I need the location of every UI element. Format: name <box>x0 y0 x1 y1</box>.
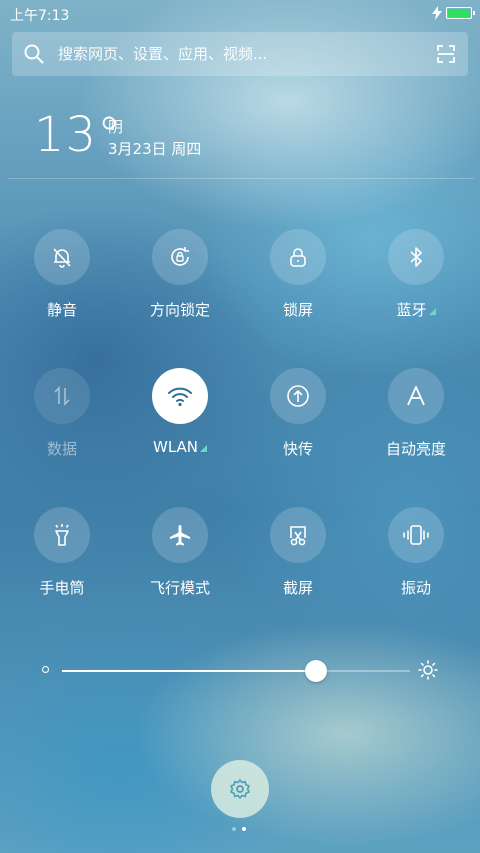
toggle-circle[interactable] <box>34 507 90 563</box>
toggle-mute[interactable]: 静音 <box>2 229 122 320</box>
toggle-circle[interactable] <box>270 507 326 563</box>
toggle-quick-share[interactable]: 快传 <box>238 368 358 459</box>
toggle-mobile-data[interactable]: 数据 <box>2 368 122 459</box>
toggle-circle[interactable] <box>152 229 208 285</box>
toggle-circle[interactable] <box>388 229 444 285</box>
toggle-circle[interactable] <box>152 368 208 424</box>
toggle-circle[interactable] <box>152 507 208 563</box>
toggle-vibrate[interactable]: 振动 <box>356 507 476 598</box>
toggle-label: 振动 <box>400 579 431 597</box>
toggle-auto-brightness[interactable]: 自动亮度 <box>356 368 476 459</box>
status-time: 上午7:13 <box>10 8 70 24</box>
brightness-thumb[interactable] <box>305 660 328 682</box>
weather-date: 3月23日 周四 <box>108 140 202 158</box>
control-center: 上午7:13 13° 阴 3月23日 周四 <box>0 0 480 853</box>
bell-off-icon <box>53 248 71 268</box>
auto-brightness-icon <box>407 386 425 406</box>
toggle-label: 蓝牙 <box>356 299 476 320</box>
toggle-label: 手电筒 <box>39 579 85 597</box>
lightning-icon <box>432 6 442 20</box>
toggle-circle[interactable] <box>34 368 90 424</box>
toggle-airplane-mode[interactable]: 飞行模式 <box>120 507 240 598</box>
toggle-flashlight[interactable]: 手电筒 <box>2 507 122 598</box>
toggle-screenshot[interactable]: 截屏 <box>238 507 358 598</box>
battery-icon <box>446 7 475 19</box>
wifi-icon <box>168 387 192 407</box>
screenshot-icon <box>290 526 306 546</box>
page-dot[interactable] <box>232 827 236 831</box>
weather-condition: 阴 <box>108 118 124 136</box>
brightness-low-icon <box>42 666 49 673</box>
toggle-circle[interactable] <box>270 368 326 424</box>
toggle-label: 飞行模式 <box>149 579 210 597</box>
toggle-label: 静音 <box>46 301 77 319</box>
mobile-data-icon <box>54 386 70 406</box>
toggle-label: 快传 <box>282 440 313 458</box>
toggle-wlan[interactable]: WLAN <box>120 368 240 456</box>
toggle-label-text: WLAN <box>152 438 198 456</box>
page-indicator <box>232 827 246 831</box>
toggle-label: 锁屏 <box>282 301 313 319</box>
lock-icon <box>290 248 306 267</box>
toggle-label: 截屏 <box>282 579 313 597</box>
battery-fill <box>448 9 470 17</box>
toggle-bluetooth[interactable]: 蓝牙 <box>356 229 476 320</box>
toggle-label-text: 蓝牙 <box>396 301 427 319</box>
weather-widget[interactable]: 13° 阴 3月23日 周四 <box>34 108 201 162</box>
toggle-circle[interactable] <box>388 507 444 563</box>
more-options-corner <box>428 308 436 315</box>
toggle-circle[interactable] <box>388 368 444 424</box>
divider <box>8 178 474 179</box>
status-icons <box>432 6 475 20</box>
page-dot-active[interactable] <box>242 827 246 831</box>
scan-icon[interactable] <box>436 44 456 64</box>
brightness-track[interactable] <box>62 660 410 682</box>
airplane-icon <box>170 525 190 546</box>
toggle-label: 方向锁定 <box>149 301 210 319</box>
settings-button[interactable] <box>211 760 269 818</box>
rotation-lock-icon <box>171 247 189 266</box>
bluetooth-icon <box>410 247 422 267</box>
status-bar: 上午7:13 <box>0 0 480 28</box>
flashlight-icon <box>55 524 69 546</box>
search-icon <box>24 44 44 64</box>
gear-icon <box>230 779 250 799</box>
vibrate-icon <box>403 525 429 545</box>
brightness-high-icon <box>418 660 438 680</box>
brightness-track-fill <box>62 670 317 672</box>
toggle-label: WLAN <box>120 438 240 456</box>
toggle-label: 数据 <box>46 440 77 458</box>
toggle-circle[interactable] <box>270 229 326 285</box>
more-options-corner <box>200 445 207 452</box>
toggle-circle[interactable] <box>34 229 90 285</box>
brightness-slider[interactable] <box>0 650 480 690</box>
search-input[interactable] <box>56 44 436 64</box>
toggle-rotation-lock[interactable]: 方向锁定 <box>120 229 240 320</box>
toggle-lock-screen[interactable]: 锁屏 <box>238 229 358 320</box>
toggle-label: 自动亮度 <box>385 440 446 458</box>
quick-share-icon <box>287 385 309 407</box>
search-bar[interactable] <box>12 32 468 76</box>
